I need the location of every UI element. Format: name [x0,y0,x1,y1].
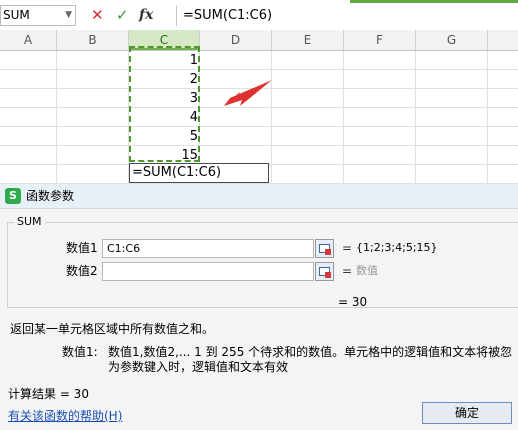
arg1-equals: = [342,241,353,255]
column-header-a[interactable]: A [0,30,57,50]
column-header-row: A B C D E F G [0,30,518,51]
arg1-range-select-icon[interactable] [315,239,334,258]
arg1-input[interactable]: C1:C6 [102,239,314,258]
column-divider [56,51,57,184]
column-header-f[interactable]: F [344,30,416,50]
param-description-line2: 为参数键入时，逻辑值和文本有效 [108,360,289,374]
name-box-value: SUM [3,8,30,22]
column-header-b[interactable]: B [57,30,129,50]
arg1-label: 数值1 [66,241,98,255]
column-header-e[interactable]: E [272,30,344,50]
top-accent-strip [350,0,518,3]
arg1-result: {1;2;3;4;5;15} [356,241,438,254]
function-description: 返回某一单元格区域中所有数值之和。 [10,322,215,336]
row-divider [0,126,518,127]
arg2-range-select-icon[interactable] [315,262,334,281]
help-link[interactable]: 有关该函数的帮助(H) [8,407,122,424]
arg2-label: 数值2 [66,264,98,278]
column-header-h[interactable] [488,30,518,50]
calculation-result: 计算结果 = 30 [8,387,89,401]
active-cell-c7[interactable]: =SUM(C1:C6) [129,163,269,183]
arg2-input[interactable] [102,262,314,281]
column-divider [343,51,344,184]
arg2-result: 数值 [356,264,378,277]
name-box[interactable]: SUM ▼ [0,5,76,26]
formula-input[interactable]: =SUM(C1:C6) [176,5,518,26]
arg2-equals: = [342,264,353,278]
column-divider [487,51,488,184]
red-arrow-icon [224,80,272,106]
param-name: 数值1: [62,345,98,359]
column-divider [271,51,272,184]
insert-function-button[interactable]: fx [139,6,153,24]
ok-button[interactable]: 确定 [422,402,512,424]
column-divider [415,51,416,184]
column-header-d[interactable]: D [200,30,272,50]
chevron-down-icon[interactable]: ▼ [65,6,72,25]
enter-icon[interactable]: ✓ [116,6,129,24]
formula-result: = 30 [338,295,368,309]
cancel-icon[interactable]: ✕ [91,6,104,24]
dialog-title: 函数参数 [26,189,75,203]
row-divider [0,69,518,70]
function-name-label: SUM [14,216,45,228]
selection-marquee [129,46,200,162]
column-header-g[interactable]: G [416,30,488,50]
dialog-title-bar [0,184,518,209]
row-divider [0,145,518,146]
app-logo-icon: S [5,188,21,204]
